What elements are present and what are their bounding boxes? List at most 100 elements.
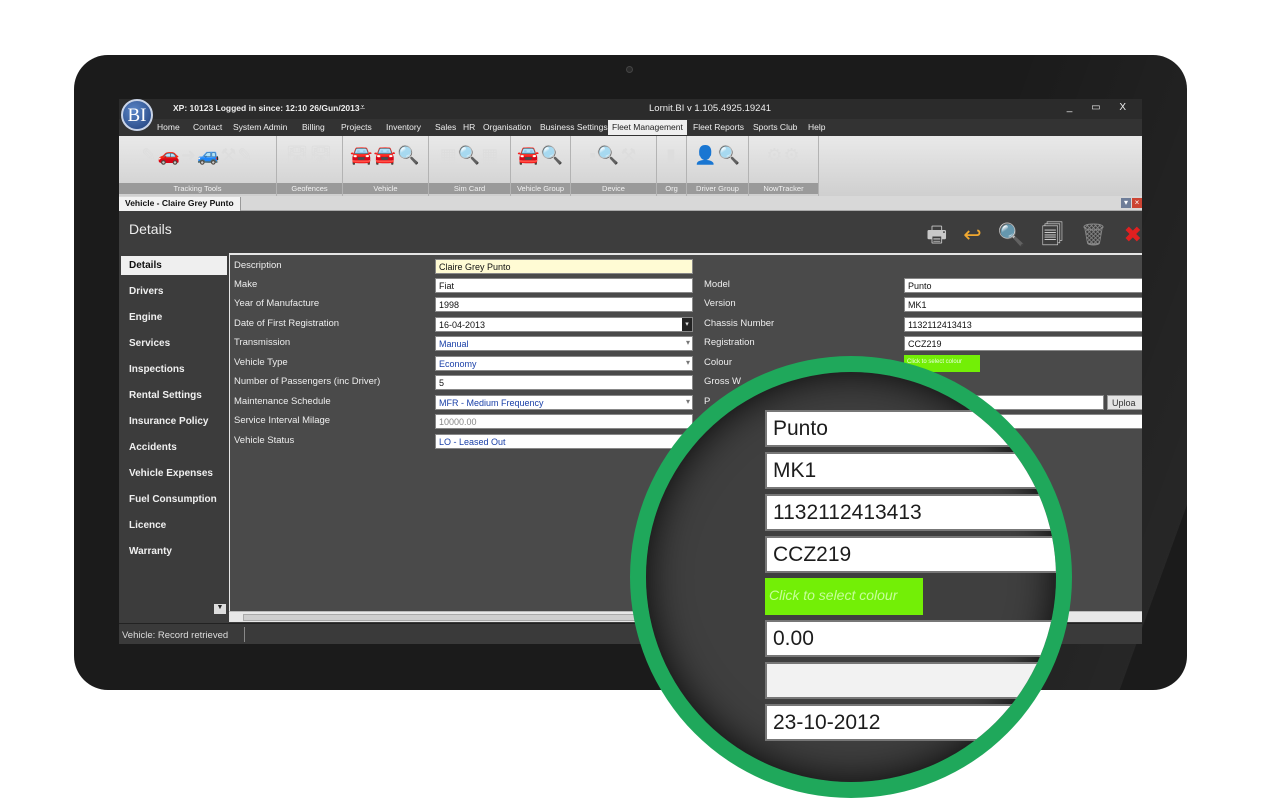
nowtracker-icons[interactable]: ⚙⚙ [749,145,818,166]
window-controls[interactable]: _ ▭ X [1067,102,1134,113]
minimize-doc-icon[interactable]: ▾ [1121,198,1131,208]
sidebar-item-details[interactable]: Details [121,256,227,275]
sidebar-item-drivers[interactable]: Drivers [121,282,227,301]
ribbon-group-label: NowTracker [749,183,818,194]
model-field[interactable]: Punto [904,278,1142,293]
chassis-field[interactable]: 1132112413413 [904,317,1142,332]
transmission-select[interactable]: Manual ▾ [435,336,693,351]
ribbon-group-label: Org [657,183,686,194]
sidebar-item-services[interactable]: Services [121,334,227,353]
maintenance-select[interactable]: MFR - Medium Frequency ▾ [435,395,693,410]
sidebar-scroll-down-icon[interactable]: ▼ [214,604,226,614]
menu-sports-club[interactable]: Sports Club [753,122,797,132]
zoom-colour-picker: Click to select colour [765,578,923,615]
sidebar-item-vehicle-expenses[interactable]: Vehicle Expenses [121,464,227,483]
ribbon-group-vehicle-group: 🚘🔍 Vehicle Group [511,136,571,196]
org-icon[interactable]: ▮ [657,145,686,166]
service-interval-field[interactable]: 10000.00 [435,414,693,429]
vehicle-status-label: Vehicle Status [234,435,295,446]
sidebar-item-rental-settings[interactable]: Rental Settings [121,386,227,405]
menu-hr[interactable]: HR [463,122,475,132]
menu-fleet-management[interactable]: Fleet Management [608,120,687,135]
ribbon-group-label: Tracking Tools [119,183,276,194]
zoom-gross-weight-field: 0.00 [765,620,1056,657]
menu-home[interactable]: Home [157,122,180,132]
vehicle-icons[interactable]: 🚘🚘🔍 [343,145,428,166]
calendar-dropdown-icon[interactable]: ▾ [682,318,692,331]
vehicle-type-select[interactable]: Economy ▾ [435,356,693,371]
first-registration-label: Date of First Registration [234,318,340,329]
sidebar-item-warranty[interactable]: Warranty [121,542,227,561]
ribbon-group-label: Vehicle Group [511,183,570,194]
ribbon-group-label: Sim Card [429,183,510,194]
tab-vehicle-record[interactable]: Vehicle - Claire Grey Punto [119,197,241,211]
ribbon-group-label: Driver Group [687,183,748,194]
menu-organisation[interactable]: Organisation [483,122,531,132]
sidebar: Details Drivers Engine Services Inspecti… [119,253,227,623]
transmission-value: Manual [439,339,469,349]
vehicle-status-select[interactable]: LO - Leased Out [435,434,693,449]
menu-projects[interactable]: Projects [341,122,372,132]
zoom-chassis-field: 1132112413413 [765,494,1056,531]
document-tab-bar: Vehicle - Claire Grey Punto ▾ × [119,196,1142,211]
sidebar-item-fuel-consumption[interactable]: Fuel Consumption [121,490,227,509]
passengers-field[interactable]: 5 [435,375,693,390]
zoom-model-field: Punto [765,410,1056,447]
chevron-down-icon: ▾ [685,358,690,367]
close-doc-icon[interactable]: × [1132,198,1142,208]
gross-weight-label: Gross W [704,376,741,387]
registration-field[interactable]: CCZ219 [904,336,1142,351]
zoom-empty-field [765,662,1056,699]
status-divider [244,627,245,642]
ribbon-group-device: ▪🔍⚒ Device [571,136,657,196]
vehicle-group-icons[interactable]: 🚘🔍 [511,145,570,166]
driver-group-icons[interactable]: 👤🔍 [687,145,748,166]
sidebar-item-licence[interactable]: Licence [121,516,227,535]
delete-icon[interactable]: 🗑 [1080,222,1108,247]
make-field[interactable]: Fiat [435,278,693,293]
record-toolbar: 🖶 ↩ 🔍 🗐 🗑 ✖ [916,218,1142,256]
menu-sales[interactable]: Sales [435,122,456,132]
ribbon-group-org: ▮ Org [657,136,687,196]
ribbon-group-geofences: 🛣🛣 Geofences [277,136,343,196]
menu-help[interactable]: Help [808,122,825,132]
magnifier-ring: Punto MK1 1132112413413 CCZ219 Click to … [630,356,1072,798]
menu-fleet-reports[interactable]: Fleet Reports [693,122,744,132]
chevron-down-icon: ▾ [685,338,690,347]
printer-icon[interactable]: 🖶 [926,222,947,247]
menu-billing[interactable]: Billing [302,122,325,132]
sidebar-item-inspections[interactable]: Inspections [121,360,227,379]
menu-contact[interactable]: Contact [193,122,222,132]
close-icon[interactable]: ✖ [1124,222,1142,247]
status-text: Vehicle: Record retrieved [122,630,229,641]
quick-access-icon[interactable]: ⩡ [360,102,365,113]
session-info: XP: 10123 Logged in since: 12:10 26/Gun/… [173,103,360,113]
sidebar-item-engine[interactable]: Engine [121,308,227,327]
year-field[interactable]: 1998 [435,297,693,312]
tracking-tools-icons[interactable]: ✎🚗➜🚙⚒✎ [119,145,276,166]
service-interval-label: Service Interval Milage [234,415,331,426]
description-field[interactable]: Claire Grey Punto [435,259,693,274]
ribbon-group-sim-card: ▦🔍▦ Sim Card [429,136,511,196]
copy-icon[interactable]: 🗐 [1041,222,1063,247]
undo-icon[interactable]: ↩ [963,222,981,247]
zoom-registration-field: CCZ219 [765,536,1056,573]
device-icons[interactable]: ▪🔍⚒ [571,145,656,166]
upload-button[interactable]: Uploa [1107,395,1142,410]
sidebar-item-insurance-policy[interactable]: Insurance Policy [121,412,227,431]
sim-card-icons[interactable]: ▦🔍▦ [429,145,510,166]
sidebar-item-accidents[interactable]: Accidents [121,438,227,457]
ribbon-group-label: Vehicle [343,183,428,194]
menu-inventory[interactable]: Inventory [386,122,421,132]
search-icon[interactable]: 🔍 [998,222,1025,247]
geofences-icons[interactable]: 🛣🛣 [277,145,342,166]
menu-business-settings[interactable]: Business Settings [540,122,608,132]
app-logo[interactable]: BI [121,99,153,131]
menu-system-admin[interactable]: System Admin [233,122,287,132]
version-field[interactable]: MK1 [904,297,1142,312]
zoom-date-field: 23-10-2012 [765,704,1056,741]
first-registration-value: 16-04-2013 [439,320,486,330]
first-registration-date-field[interactable]: 16-04-2013 ▾ [435,317,693,332]
photo-label: P [704,396,711,407]
ribbon-group-driver-group: 👤🔍 Driver Group [687,136,749,196]
